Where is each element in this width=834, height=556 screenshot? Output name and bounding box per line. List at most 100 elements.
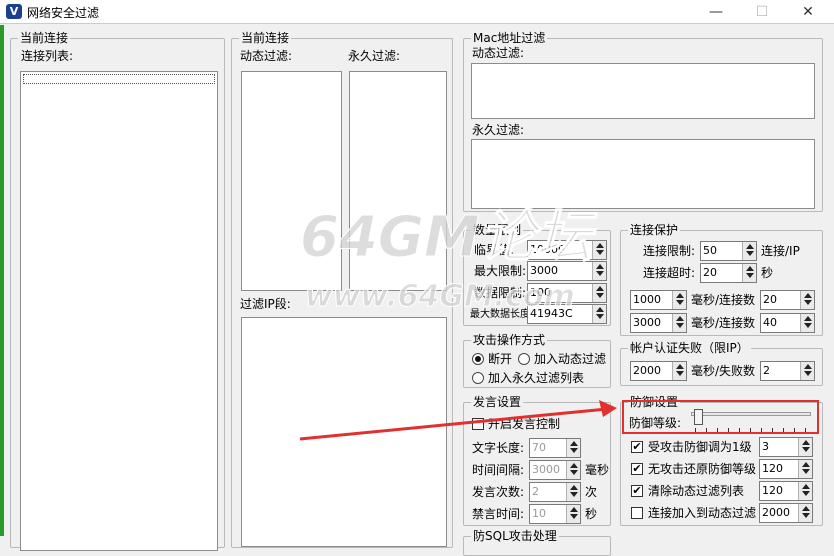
spinner-arrows[interactable] xyxy=(672,314,686,332)
rate-count-spinner[interactable]: 20 xyxy=(760,290,815,310)
highlight-box xyxy=(622,400,819,434)
connection-list[interactable] xyxy=(20,71,218,551)
spinner-value: 2000 xyxy=(762,506,790,519)
spinner-arrows[interactable] xyxy=(592,241,606,259)
radio-permanent-filter[interactable] xyxy=(472,372,484,384)
group-title: 连接保护 xyxy=(628,223,681,237)
mac-dynamic-label: 动态过滤: xyxy=(472,46,525,60)
defense-option-checkbox[interactable]: ✔ xyxy=(631,441,643,453)
defense-option-spinner[interactable]: 3 xyxy=(759,437,813,457)
mute-time-spinner[interactable]: 10 xyxy=(529,504,581,524)
connection-timeout-label: 连接超时: xyxy=(643,266,696,280)
radio-label: 加入永久过滤列表 xyxy=(488,371,585,385)
dynamic-filter-label: 动态过滤: xyxy=(240,49,293,63)
speech-row-unit: 毫秒 xyxy=(585,463,610,477)
mac-permanent-list[interactable] xyxy=(471,139,815,209)
spinner-value: 20 xyxy=(703,266,717,279)
defense-option-checkbox[interactable]: ✔ xyxy=(631,485,643,497)
spinner-arrows[interactable] xyxy=(672,362,686,380)
connection-list-label: 连接列表: xyxy=(21,49,74,63)
spinner-value: 2 xyxy=(532,485,539,498)
title-bar: V 网络安全过滤 — ☐ ✕ xyxy=(0,0,834,24)
spinner-value: 3 xyxy=(762,440,769,453)
defense-option-label: 连接加入到动态过滤 xyxy=(648,506,757,520)
spinner-value: 120 xyxy=(762,462,783,475)
spinner-arrows[interactable] xyxy=(798,482,812,500)
spinner-arrows[interactable] xyxy=(798,460,812,478)
spinner-arrows[interactable] xyxy=(592,284,606,302)
group-title: 防SQL攻击处理 xyxy=(471,529,559,543)
defense-option-spinner[interactable]: 120 xyxy=(759,459,813,479)
spinner-value: 10 xyxy=(532,507,546,520)
radio-disconnect[interactable] xyxy=(472,353,484,365)
connection-limit-spinner[interactable]: 50 xyxy=(700,241,757,261)
watermark-url: www.64GM.com xyxy=(305,279,576,314)
watermark-title: 64GM论坛 xyxy=(300,205,593,270)
spinner-value: 40 xyxy=(763,316,777,329)
spinner-value: 2000 xyxy=(633,364,661,377)
arrow-head xyxy=(599,400,617,417)
spinner-arrows[interactable] xyxy=(800,291,814,309)
speech-row-unit: 次 xyxy=(585,485,598,499)
spinner-arrows[interactable] xyxy=(742,242,756,260)
spinner-value: 1000 xyxy=(633,293,661,306)
group-title: 当前连接 xyxy=(18,31,71,45)
spinner-arrows[interactable] xyxy=(798,504,812,522)
app-icon: V xyxy=(6,4,22,19)
spinner-value: 2 xyxy=(763,364,770,377)
spinner-arrows[interactable] xyxy=(566,461,580,479)
speech-row-label: 禁言时间: xyxy=(472,507,525,521)
radio-label: 加入动态过滤 xyxy=(534,352,607,366)
rate-ms-spinner[interactable]: 1000 xyxy=(630,290,687,310)
attack-mode-group: 攻击操作方式 断开 加入动态过滤 加入永久过滤列表 xyxy=(463,333,611,388)
spinner-value: 120 xyxy=(762,484,783,497)
rate-unit-label: 毫秒/连接数 xyxy=(691,293,756,307)
spinner-arrows[interactable] xyxy=(800,362,814,380)
defense-option-spinner[interactable]: 2000 xyxy=(759,503,813,523)
spinner-value: 20 xyxy=(763,293,777,306)
mac-dynamic-list[interactable] xyxy=(471,63,815,119)
auth-failure-group: 帐户认证失败（限IP） 2000 毫秒/失败数 2 xyxy=(620,341,823,386)
defense-option-spinner[interactable]: 120 xyxy=(759,481,813,501)
maximize-button[interactable]: ☐ xyxy=(742,1,782,23)
rate-ms-spinner[interactable]: 3000 xyxy=(630,313,687,333)
connection-timeout-unit: 秒 xyxy=(761,266,774,280)
rate-count-spinner[interactable]: 40 xyxy=(760,313,815,333)
spinner-arrows[interactable] xyxy=(800,314,814,332)
minimize-button[interactable]: — xyxy=(696,1,736,23)
auth-count-spinner[interactable]: 2 xyxy=(760,361,815,381)
mac-permanent-label: 永久过滤: xyxy=(472,123,525,137)
speech-row-label: 时间间隔: xyxy=(472,463,525,477)
defense-option-checkbox[interactable] xyxy=(631,507,643,519)
annotation-arrow xyxy=(299,400,617,441)
speech-row-label: 发言次数: xyxy=(472,485,525,499)
group-title: 攻击操作方式 xyxy=(471,333,548,347)
spinner-arrows[interactable] xyxy=(592,305,606,323)
sql-attack-group: 防SQL攻击处理 xyxy=(463,529,611,556)
mac-filter-group: Mac地址过滤 动态过滤: 永久过滤: xyxy=(463,31,823,212)
spinner-arrows[interactable] xyxy=(672,291,686,309)
radio-label: 断开 xyxy=(488,352,513,366)
spinner-arrows[interactable] xyxy=(566,505,580,523)
group-title: 当前连接 xyxy=(239,31,292,45)
defense-option-checkbox[interactable]: ✔ xyxy=(631,463,643,475)
defense-option-label: 受攻击防御调为1级 xyxy=(648,440,752,454)
current-connections-group: 当前连接 连接列表: xyxy=(10,31,225,551)
group-title: Mac地址过滤 xyxy=(471,31,548,45)
defense-option-label: 无攻击还原防御等级 xyxy=(648,462,757,476)
close-button[interactable]: ✕ xyxy=(788,1,828,23)
spinner-arrows[interactable] xyxy=(798,438,812,456)
connection-timeout-spinner[interactable]: 20 xyxy=(700,263,757,283)
interval-spinner[interactable]: 3000 xyxy=(529,460,581,480)
spinner-arrows[interactable] xyxy=(742,264,756,282)
ip-segment-label: 过滤IP段: xyxy=(240,297,291,311)
left-edge-strip xyxy=(0,25,4,536)
auth-ms-spinner[interactable]: 2000 xyxy=(630,361,687,381)
group-title: 帐户认证失败（限IP） xyxy=(628,341,751,355)
speech-count-spinner[interactable]: 2 xyxy=(529,482,581,502)
spinner-arrows[interactable] xyxy=(566,483,580,501)
permanent-filter-label: 永久过滤: xyxy=(348,49,401,63)
spinner-arrows[interactable] xyxy=(592,262,606,280)
spinner-value: 3000 xyxy=(633,316,661,329)
radio-dynamic-filter[interactable] xyxy=(518,353,530,365)
